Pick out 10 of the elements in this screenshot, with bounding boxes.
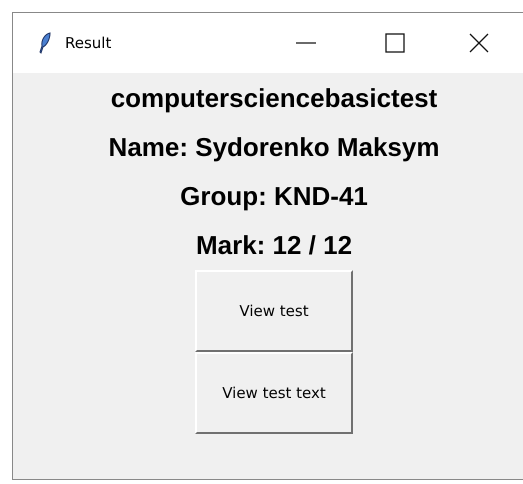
maximize-icon[interactable] — [385, 33, 405, 53]
result-label: Group: KND-41 — [180, 180, 368, 213]
feather-icon — [37, 32, 51, 54]
result-label: computersciencebasictest — [110, 82, 438, 115]
view-button[interactable]: View test text — [195, 352, 353, 434]
result-label: Name: Sydorenko Maksym — [108, 131, 440, 164]
window-title: Result — [65, 34, 112, 52]
result-label: Mark: 12 / 12 — [196, 229, 352, 262]
view-button[interactable]: View test — [195, 270, 353, 352]
close-icon[interactable] — [469, 33, 489, 53]
